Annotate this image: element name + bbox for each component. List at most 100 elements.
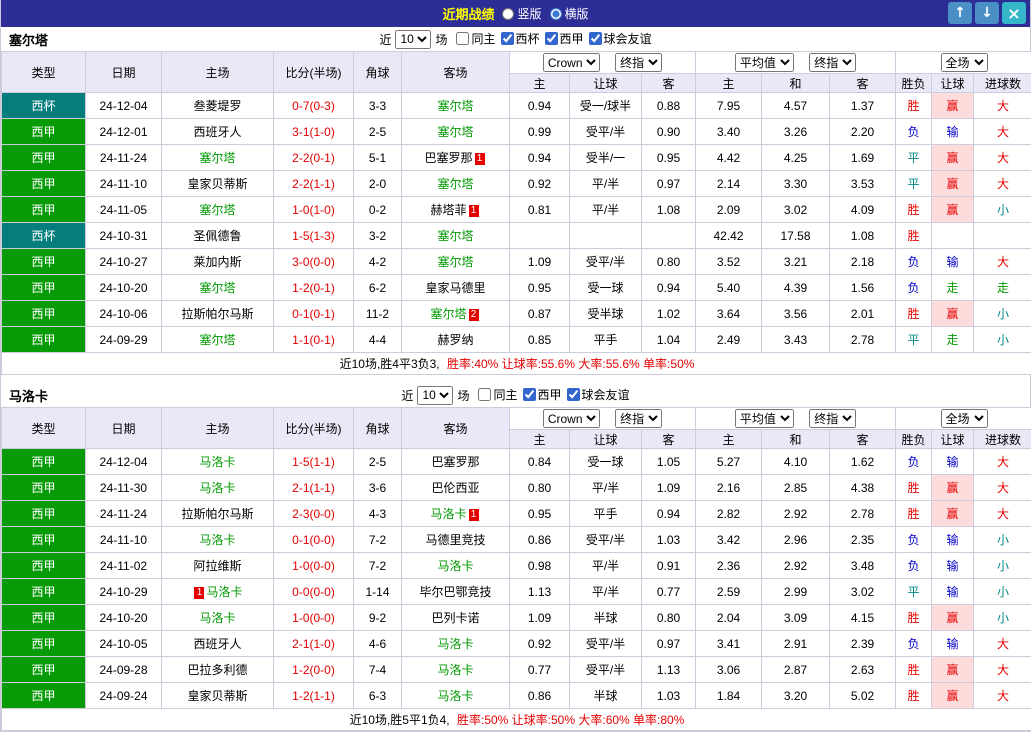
team-link[interactable]: 赫罗纳 [437, 333, 473, 347]
asian-odds-type-select[interactable]: 终指 [615, 409, 663, 428]
asian-handicap: 受一/球半 [569, 92, 642, 119]
team-link[interactable]: 皇家马德里 [425, 281, 485, 295]
checkbox[interactable] [566, 388, 580, 401]
checkbox[interactable] [522, 388, 536, 401]
asian-odds-home: 0.98 [509, 552, 570, 579]
checkbox-label: 西杯 [515, 32, 540, 46]
vertical-layout-radio[interactable] [502, 7, 515, 20]
asian-odds-away: 0.94 [640, 274, 697, 301]
col-header-date: 日期 [85, 51, 162, 93]
match-outcome: 负 [895, 526, 933, 553]
away-team-cell: 马德里竞技 [401, 526, 510, 553]
summary-rates: 胜率:40% 让球率:55.6% 大率:55.6% 单率:50% [446, 357, 695, 371]
team-link[interactable]: 莱加内斯 [193, 255, 241, 269]
section-top: 马洛卡 近 10 场 同主 西甲 球会友谊 [1, 383, 1030, 407]
team-link[interactable]: 塞尔塔 [437, 125, 473, 139]
close-button[interactable]: × [1002, 2, 1026, 24]
team-link[interactable]: 毕尔巴鄂竞技 [419, 585, 491, 599]
euro-average-select[interactable]: 平均值 [734, 53, 794, 72]
team-link[interactable]: 马洛卡 [206, 585, 242, 599]
filter-checkbox-西甲[interactable]: 西甲 [522, 386, 562, 403]
team-link[interactable]: 塞尔塔 [437, 99, 473, 113]
checkbox[interactable] [456, 32, 470, 45]
filter-checkbox-球会友谊[interactable]: 球会友谊 [588, 30, 652, 47]
team-link[interactable]: 阿拉维斯 [193, 559, 241, 573]
team-link[interactable]: 马洛卡 [199, 611, 235, 625]
league-badge: 西甲 [1, 300, 86, 327]
team-link[interactable]: 马德里竞技 [425, 533, 485, 547]
scroll-up-button[interactable]: ↑ [948, 2, 972, 24]
team-link[interactable]: 塞尔塔 [199, 151, 235, 165]
euro-odds-home: 5.27 [695, 448, 763, 475]
team-link[interactable]: 马洛卡 [437, 559, 473, 573]
euro-average-select[interactable]: 平均值 [734, 409, 794, 428]
euro-odds-draw: 3.20 [761, 682, 831, 709]
team-link[interactable]: 塞尔塔 [437, 177, 473, 191]
team-link[interactable]: 马洛卡 [199, 455, 235, 469]
euro-odds-draw: 2.99 [761, 578, 831, 605]
match-count-select[interactable]: 10 [395, 29, 432, 49]
team-link[interactable]: 拉斯帕尔马斯 [181, 507, 253, 521]
near-label: 近 [401, 388, 414, 403]
scope-select[interactable]: 全场 [940, 409, 988, 428]
team-link[interactable]: 皇家贝蒂斯 [187, 177, 247, 191]
filter-checkbox-西甲[interactable]: 西甲 [544, 30, 584, 47]
team-link[interactable]: 塞尔塔 [199, 333, 235, 347]
score: 0-7(0-3) [273, 92, 354, 119]
team-link[interactable]: 圣佩德鲁 [193, 229, 241, 243]
team-link[interactable]: 塞尔塔 [199, 281, 235, 295]
scope-select[interactable]: 全场 [940, 53, 988, 72]
euro-odds-type-select[interactable]: 终指 [809, 53, 857, 72]
team-link[interactable]: 拉斯帕尔马斯 [181, 307, 253, 321]
col-header-score: 比分(半场) [273, 407, 354, 449]
euro-odds-home: 2.82 [695, 500, 763, 527]
checkbox-label: 同主 [471, 32, 496, 46]
layout-option-vertical[interactable]: 竖版 [502, 5, 542, 22]
col-header-date: 日期 [85, 407, 162, 449]
team-link[interactable]: 巴伦西亚 [431, 481, 479, 495]
team-link[interactable]: 马洛卡 [437, 663, 473, 677]
team-link[interactable]: 西班牙人 [193, 637, 241, 651]
checkbox[interactable] [500, 32, 514, 45]
checkbox[interactable] [478, 388, 492, 401]
layout-option-horizontal[interactable]: 横版 [549, 5, 589, 22]
score: 1-2(0-1) [273, 274, 354, 301]
horizontal-layout-radio[interactable] [549, 7, 562, 20]
bookmaker-select[interactable]: Crown [542, 409, 600, 428]
team-link[interactable]: 马洛卡 [437, 637, 473, 651]
euro-odds-type-select[interactable]: 终指 [809, 409, 857, 428]
team-link[interactable]: 马洛卡 [437, 689, 473, 703]
team-link[interactable]: 马洛卡 [199, 481, 235, 495]
filter-checkbox-西杯[interactable]: 西杯 [500, 30, 540, 47]
goals-result: 小 [973, 578, 1031, 605]
bookmaker-select[interactable]: Crown [542, 53, 600, 72]
team-link[interactable]: 赫塔菲 [430, 203, 466, 217]
team-link[interactable]: 塞尔塔 [430, 307, 466, 321]
scroll-down-button[interactable]: ↓ [975, 2, 999, 24]
filter-checkbox-球会友谊[interactable]: 球会友谊 [566, 386, 630, 403]
asian-handicap: 受一球 [569, 448, 642, 475]
team-link[interactable]: 巴塞罗那 [431, 455, 479, 469]
team-link[interactable]: 西班牙人 [193, 125, 241, 139]
team-link[interactable]: 巴拉多利德 [187, 663, 247, 677]
team-link[interactable]: 塞尔塔 [437, 255, 473, 269]
checkbox[interactable] [588, 32, 602, 45]
corner-count: 3-3 [353, 92, 402, 119]
filter-checkbox-同主[interactable]: 同主 [456, 30, 496, 47]
team-link[interactable]: 马洛卡 [199, 533, 235, 547]
team-link[interactable]: 巴列卡诺 [431, 611, 479, 625]
col-header-euro-home: 主 [695, 429, 763, 449]
team-link[interactable]: 塞尔塔 [199, 203, 235, 217]
team-link[interactable]: 皇家贝蒂斯 [187, 689, 247, 703]
match-count-select[interactable]: 10 [417, 385, 454, 405]
team-link[interactable]: 马洛卡 [430, 507, 466, 521]
team-link[interactable]: 叁菱堤罗 [193, 99, 241, 113]
checkbox-label: 西甲 [537, 388, 562, 402]
team-link[interactable]: 巴塞罗那 [424, 151, 472, 165]
asian-odds-home: 0.87 [509, 300, 570, 327]
filter-checkbox-同主[interactable]: 同主 [478, 386, 518, 403]
euro-odds-draw: 3.09 [761, 604, 831, 631]
team-link[interactable]: 塞尔塔 [437, 229, 473, 243]
checkbox[interactable] [544, 32, 558, 45]
asian-odds-type-select[interactable]: 终指 [615, 53, 663, 72]
